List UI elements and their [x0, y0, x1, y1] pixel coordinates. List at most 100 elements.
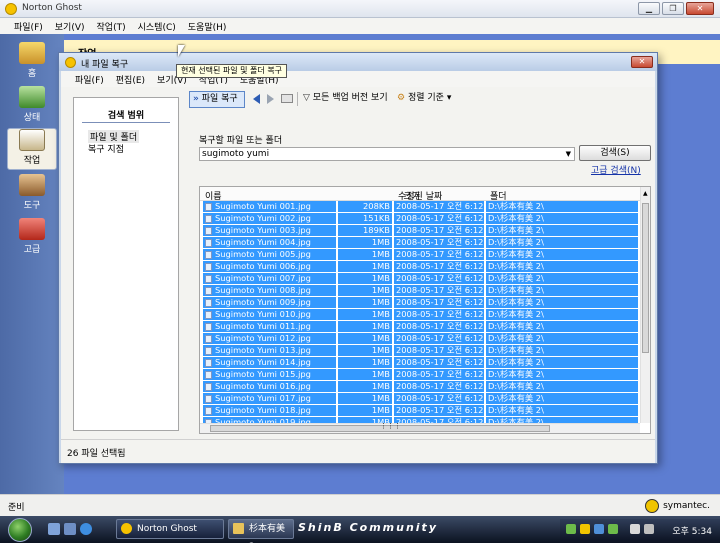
- tray-update-icon[interactable]: [594, 524, 604, 534]
- table-row[interactable]: Sugimoto Yumi 017.jpg 1MB 2008-05-17 오전 6:…: [200, 393, 638, 405]
- sort-icon: ⚙: [397, 93, 406, 103]
- table-row[interactable]: Sugimoto Yumi 006.jpg 1MB 2008-05-17 오전 6:…: [200, 261, 638, 273]
- file-icon: [205, 395, 212, 403]
- community-banner: ShinB Community: [298, 521, 438, 534]
- taskbar: Norton Ghost 杉本有美 2 ShinB Community 오후 5…: [0, 516, 720, 552]
- file-name: Sugimoto Yumi 014.jpg: [215, 357, 311, 367]
- file-folder-cell: D:\杉本有美 2\: [486, 225, 638, 236]
- menu-help[interactable]: 도움말(H): [182, 18, 233, 34]
- file-list[interactable]: 이름 크기 수정된 날짜 폴더 Sugimoto Yumi 001.jpg 208…: [199, 186, 651, 434]
- tray-norton-icon[interactable]: [580, 524, 590, 534]
- search-button[interactable]: 검색(S): [579, 145, 651, 161]
- norton-ghost-icon: [5, 3, 17, 15]
- table-row[interactable]: Sugimoto Yumi 014.jpg 1MB 2008-05-17 오전 6:…: [200, 357, 638, 369]
- menu-view[interactable]: 보기(V): [49, 18, 91, 34]
- table-row[interactable]: Sugimoto Yumi 001.jpg 208KB 2008-05-17 오전 …: [200, 201, 638, 213]
- dialog-close-button[interactable]: ✕: [631, 56, 653, 68]
- table-row[interactable]: Sugimoto Yumi 009.jpg 1MB 2008-05-17 오전 6:…: [200, 297, 638, 309]
- file-folder-cell: D:\杉本有美 2\: [486, 405, 638, 416]
- table-row[interactable]: Sugimoto Yumi 016.jpg 1MB 2008-05-17 오전 6:…: [200, 381, 638, 393]
- dialog-menu-file[interactable]: 파일(F): [69, 71, 110, 87]
- dropdown-arrow-icon[interactable]: ▼: [566, 148, 571, 160]
- tray-volume-icon[interactable]: [644, 524, 654, 534]
- vertical-scrollbar[interactable]: ▲: [640, 187, 650, 423]
- file-name: Sugimoto Yumi 001.jpg: [215, 201, 311, 211]
- file-icon: [205, 215, 212, 223]
- table-row[interactable]: Sugimoto Yumi 007.jpg 1MB 2008-05-17 오전 6:…: [200, 273, 638, 285]
- internet-explorer-icon[interactable]: [80, 523, 92, 535]
- file-folder-cell: D:\杉本有美 2\: [486, 201, 638, 212]
- sidebar-item-label: 도구: [23, 201, 41, 211]
- vertical-scroll-thumb[interactable]: [642, 203, 649, 353]
- maximize-button[interactable]: ❐: [662, 2, 684, 15]
- table-row[interactable]: Sugimoto Yumi 012.jpg 1MB 2008-05-17 오전 6:…: [200, 333, 638, 345]
- mouse-cursor-icon: [178, 45, 185, 57]
- table-row[interactable]: Sugimoto Yumi 018.jpg 1MB 2008-05-17 오전 6:…: [200, 405, 638, 417]
- sidebar-item-home[interactable]: 홈: [7, 42, 57, 84]
- close-button[interactable]: ✕: [686, 2, 714, 15]
- table-row[interactable]: Sugimoto Yumi 013.jpg 1MB 2008-05-17 오전 6:…: [200, 345, 638, 357]
- sidebar-item-status[interactable]: 상태: [7, 86, 57, 128]
- tray-security-icon[interactable]: [608, 524, 618, 534]
- back-arrow-icon[interactable]: [253, 94, 260, 104]
- advanced-search-link[interactable]: 고급 검색(N): [591, 163, 641, 176]
- table-row[interactable]: Sugimoto Yumi 002.jpg 151KB 2008-05-17 오전 …: [200, 213, 638, 225]
- table-row[interactable]: Sugimoto Yumi 003.jpg 189KB 2008-05-17 오전 …: [200, 225, 638, 237]
- table-row[interactable]: Sugimoto Yumi 008.jpg 1MB 2008-05-17 오전 6:…: [200, 285, 638, 297]
- status-icon: [19, 86, 45, 108]
- chevron-down-icon: ▾: [446, 93, 452, 103]
- file-size-cell: 1MB: [338, 393, 392, 404]
- file-name-cell: Sugimoto Yumi 005.jpg: [203, 249, 336, 260]
- menu-system[interactable]: 시스템(C): [132, 18, 182, 34]
- dialog-app-icon: [65, 57, 76, 68]
- start-button[interactable]: [8, 518, 32, 542]
- scroll-up-icon[interactable]: ▲: [643, 190, 648, 197]
- switch-windows-icon[interactable]: [64, 523, 76, 535]
- task-label: 杉本有美 2: [249, 524, 286, 552]
- restore-files-dialog: 내 파일 복구 ✕ 파일(F) 편집(E) 보기(V) 작업(T) 도움말(H)…: [58, 52, 658, 464]
- taskbar-item-norton-ghost[interactable]: Norton Ghost: [116, 519, 224, 539]
- file-icon: [205, 323, 212, 331]
- search-input[interactable]: sugimoto yumi ▼: [199, 147, 575, 161]
- file-date-cell: 2008-05-17 오전 6:12: [394, 321, 484, 332]
- file-name-cell: Sugimoto Yumi 007.jpg: [203, 273, 336, 284]
- folder-icon[interactable]: [281, 94, 293, 103]
- table-row[interactable]: Sugimoto Yumi 004.jpg 1MB 2008-05-17 오전 6:…: [200, 237, 638, 249]
- table-row[interactable]: Sugimoto Yumi 010.jpg 1MB 2008-05-17 오전 6:…: [200, 309, 638, 321]
- file-name-cell: Sugimoto Yumi 012.jpg: [203, 333, 336, 344]
- search-scope-panel: 검색 범위 파일 및 폴더 복구 지점: [73, 97, 179, 431]
- table-row[interactable]: Sugimoto Yumi 011.jpg 1MB 2008-05-17 오전 6:…: [200, 321, 638, 333]
- tray-network-icon[interactable]: [566, 524, 576, 534]
- file-size-cell: 1MB: [338, 357, 392, 368]
- table-row[interactable]: Sugimoto Yumi 005.jpg 1MB 2008-05-17 오전 6:…: [200, 249, 638, 261]
- file-date-cell: 2008-05-17 오전 6:12: [394, 297, 484, 308]
- sort-by-button[interactable]: ⚙ 정렬 기준 ▾: [397, 91, 451, 108]
- sidebar-item-advanced[interactable]: 고급: [7, 218, 57, 260]
- horizontal-scrollbar[interactable]: ⋮⋮⋮: [200, 422, 640, 433]
- file-size-cell: 1MB: [338, 273, 392, 284]
- all-backup-versions-button[interactable]: ▽ 모든 백업 버전 보기: [303, 91, 388, 108]
- restore-files-button[interactable]: » 파일 복구: [189, 91, 245, 108]
- taskbar-item-folder[interactable]: 杉本有美 2: [228, 519, 294, 552]
- sidebar-item-tools[interactable]: 도구: [7, 174, 57, 216]
- file-date-cell: 2008-05-17 오전 6:12: [394, 345, 484, 356]
- norton-ghost-icon: [121, 523, 132, 534]
- file-icon: [205, 203, 212, 211]
- menu-tasks[interactable]: 작업(T): [91, 18, 132, 34]
- file-date-cell: 2008-05-17 오전 6:12: [394, 393, 484, 404]
- window-controls: ▁ ❐ ✕: [638, 2, 714, 15]
- dialog-menu-edit[interactable]: 편집(E): [110, 71, 151, 87]
- minimize-button[interactable]: ▁: [638, 2, 660, 15]
- show-desktop-icon[interactable]: [48, 523, 60, 535]
- file-icon: [205, 227, 212, 235]
- file-date-cell: 2008-05-17 오전 6:12: [394, 249, 484, 260]
- scope-recovery-points[interactable]: 복구 지점: [88, 142, 124, 155]
- file-name-cell: Sugimoto Yumi 006.jpg: [203, 261, 336, 272]
- forward-arrow-icon[interactable]: [267, 94, 274, 104]
- table-row[interactable]: Sugimoto Yumi 015.jpg 1MB 2008-05-17 오전 6:…: [200, 369, 638, 381]
- menu-file[interactable]: 파일(F): [8, 18, 49, 34]
- tray-monitor-icon[interactable]: [630, 524, 640, 534]
- brand-text: symantec.: [663, 501, 710, 511]
- grip-icon: ⋮⋮⋮: [380, 422, 401, 430]
- sidebar-item-tasks[interactable]: 작업: [7, 128, 57, 170]
